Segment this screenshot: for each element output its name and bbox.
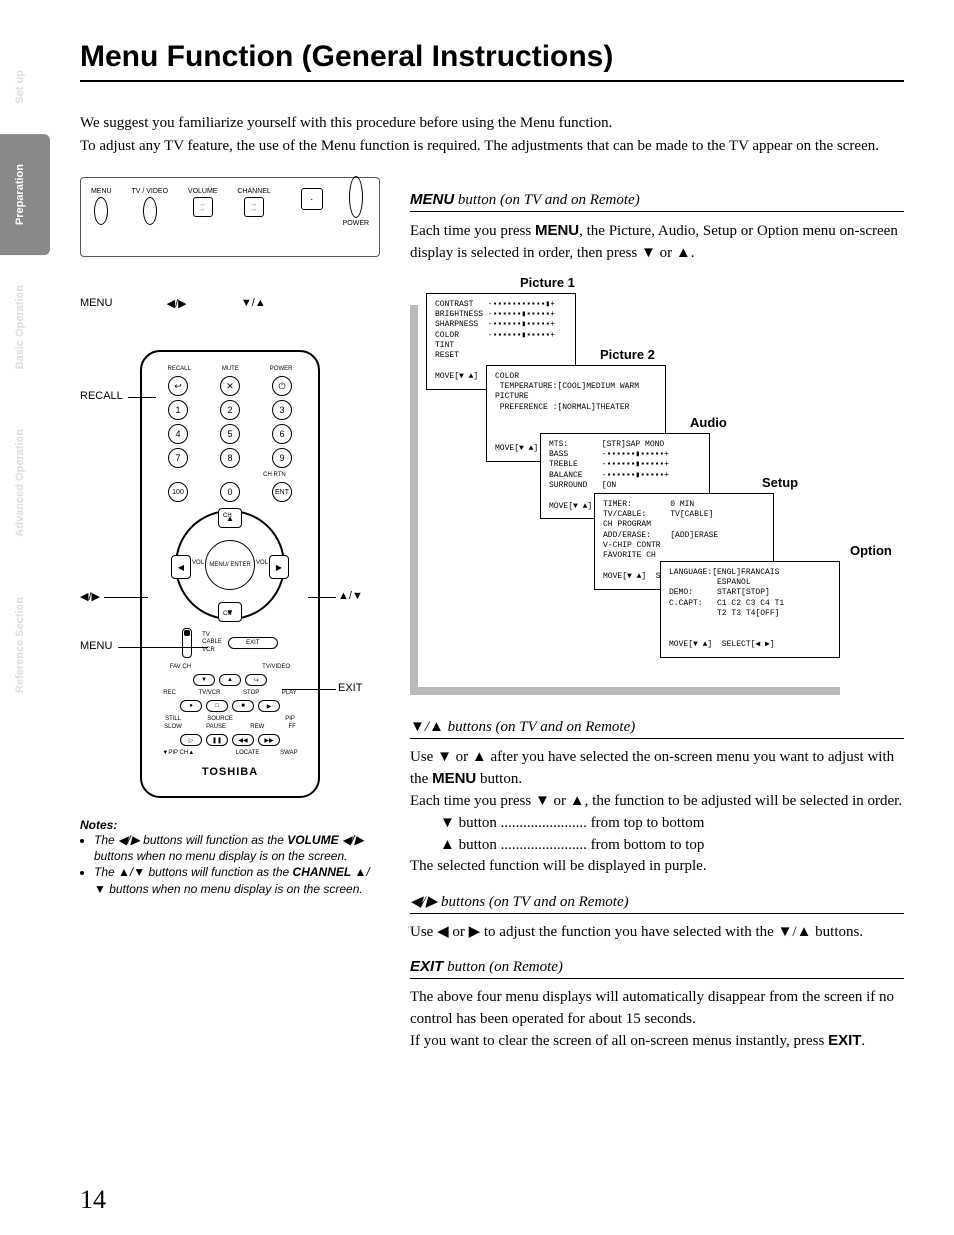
tab-basic-operation: Basic Operation bbox=[0, 255, 50, 399]
osd-title-picture2: Picture 2 bbox=[600, 347, 655, 362]
tv-led: ∘ bbox=[301, 188, 323, 210]
key-9: 9 bbox=[272, 448, 292, 468]
favch-down: ▼ bbox=[193, 674, 215, 686]
slow-btn: ▷ bbox=[180, 734, 202, 746]
key-1: 1 bbox=[168, 400, 188, 420]
key-3: 3 bbox=[272, 400, 292, 420]
lr-section-head: ◀/▶ buttons (on TV and on Remote) bbox=[410, 892, 904, 914]
callout-lr: ◀/▶ bbox=[80, 590, 100, 603]
stop-btn: ■ bbox=[232, 700, 254, 712]
instructions-column: MENU button (on TV and on Remote) Each t… bbox=[410, 177, 904, 1053]
remote-dpad: ▲ CH ▼ CH ◀ VOL ▶ VOL MENU/ ENTER bbox=[175, 510, 285, 620]
osd-cascade: Picture 1 CONTRAST -▪▪▪▪▪▪▪▪▪▪▪▮+ BRIGHT… bbox=[410, 275, 904, 705]
notes-heading: Notes: bbox=[80, 818, 380, 832]
page-number: 14 bbox=[80, 1185, 106, 1215]
tv-tvvideo-button bbox=[143, 197, 157, 225]
tab-preparation: Preparation bbox=[0, 134, 50, 255]
remote-diagram: RECALLMUTEPOWER ↩ ✕ ⏻ 123 456 789 CH RTN… bbox=[140, 350, 320, 798]
notes-list: The ◀/▶ buttons will function as the VOL… bbox=[94, 832, 380, 897]
osd-title-audio: Audio bbox=[690, 415, 727, 430]
dpad-menu-enter: MENU/ ENTER bbox=[205, 540, 255, 590]
note-2: The ▲/▼ buttons will function as the CHA… bbox=[94, 864, 380, 896]
tv-menu-button bbox=[94, 197, 108, 225]
remote-mute-button: ✕ bbox=[220, 376, 240, 396]
key-4: 4 bbox=[168, 424, 188, 444]
diagrams-column: MENU TV / VIDEO VOLUME◦◦◦◦◦◦ CHANNEL◦◦◦◦… bbox=[80, 177, 380, 1053]
menu-section-head: MENU button (on TV and on Remote) bbox=[410, 191, 904, 212]
tv-label-ud: ▼/▲ bbox=[241, 297, 266, 310]
osd-title-setup: Setup bbox=[762, 475, 798, 490]
favch-up: ▲ bbox=[219, 674, 241, 686]
key-8: 8 bbox=[220, 448, 240, 468]
tvvideo-btn: ↪ bbox=[245, 674, 267, 686]
side-tabs: Set up Preparation Basic Operation Advan… bbox=[0, 40, 50, 723]
key-7: 7 bbox=[168, 448, 188, 468]
remote-power-button: ⏻ bbox=[272, 376, 292, 396]
key-2: 2 bbox=[220, 400, 240, 420]
rew-btn: ◀◀ bbox=[232, 734, 254, 746]
page-title: Menu Function (General Instructions) bbox=[80, 40, 904, 82]
key-ent: ENT bbox=[272, 482, 292, 502]
tv-channel-button: ◦◦◦◦◦◦ bbox=[244, 197, 264, 217]
tv-label-menu: MENU bbox=[80, 297, 112, 310]
ff-btn: ▶▶ bbox=[258, 734, 280, 746]
callout-exit: EXIT bbox=[338, 682, 362, 694]
osd-option: LANGUAGE:[ENGL]FRANCAIS ESPANOL DEMO: ST… bbox=[660, 561, 840, 658]
callout-menu: MENU bbox=[80, 640, 112, 652]
key-0: 0 bbox=[220, 482, 240, 502]
remote-brand: TOSHIBA bbox=[152, 766, 308, 778]
ud-section-head: ▼/▲ buttons (on TV and on Remote) bbox=[410, 719, 904, 739]
tab-setup: Set up bbox=[0, 40, 50, 134]
lr-section-body: Use ◀ or ▶ to adjust the function you ha… bbox=[410, 922, 904, 944]
exit-section-body: The above four menu displays will automa… bbox=[410, 987, 904, 1053]
key-100: 100 bbox=[168, 482, 188, 502]
rec-btn: ● bbox=[180, 700, 202, 712]
dpad-left: ◀ bbox=[171, 555, 191, 579]
dpad-right: ▶ bbox=[269, 555, 289, 579]
tvvcr-btn: □ bbox=[206, 700, 228, 712]
key-6: 6 bbox=[272, 424, 292, 444]
ud-section-body: Use ▼ or ▲ after you have selected the o… bbox=[410, 747, 904, 879]
menu-section-body: Each time you press MENU, the Picture, A… bbox=[410, 220, 904, 265]
tab-reference-section: Reference Section bbox=[0, 567, 50, 723]
tv-front-panel: MENU TV / VIDEO VOLUME◦◦◦◦◦◦ CHANNEL◦◦◦◦… bbox=[80, 177, 380, 257]
tv-label-lr: ◀/▶ bbox=[167, 297, 187, 310]
exit-section-head: EXIT button (on Remote) bbox=[410, 958, 904, 979]
tv-power-button bbox=[349, 176, 363, 218]
note-1: The ◀/▶ buttons will function as the VOL… bbox=[94, 832, 380, 864]
remote-recall-button: ↩ bbox=[168, 376, 188, 396]
remote-mode-switch bbox=[182, 628, 192, 658]
callout-recall: RECALL bbox=[80, 390, 123, 402]
key-5: 5 bbox=[220, 424, 240, 444]
tv-volume-button: ◦◦◦◦◦◦ bbox=[193, 197, 213, 217]
remote-exit-button: EXIT bbox=[228, 637, 278, 649]
osd-title-picture1: Picture 1 bbox=[520, 275, 575, 290]
tab-advanced-operation: Advanced Operation bbox=[0, 399, 50, 567]
pause-btn: ❚❚ bbox=[206, 734, 228, 746]
osd-title-option: Option bbox=[850, 543, 892, 558]
play-btn: ▶ bbox=[258, 700, 280, 712]
callout-ud: ▲/▼ bbox=[338, 590, 363, 602]
intro-text: We suggest you familiarize yourself with… bbox=[80, 112, 904, 157]
